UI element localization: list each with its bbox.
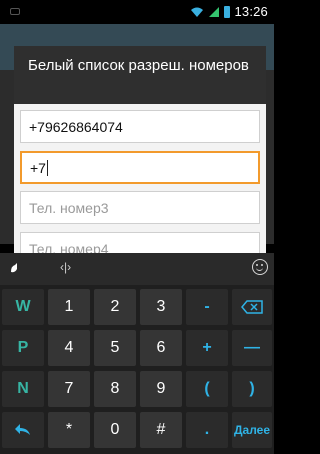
key-n[interactable]: N — [2, 371, 44, 407]
status-time: 13:26 — [234, 4, 268, 19]
key-minus[interactable]: - — [186, 289, 228, 325]
key-dash[interactable]: — — [232, 330, 272, 366]
phone-field-3-placeholder: Тел. номер3 — [29, 199, 109, 216]
key-p[interactable]: P — [2, 330, 44, 366]
smiley-icon[interactable] — [252, 259, 268, 275]
back-arrow-icon — [15, 424, 30, 435]
keyboard-toolbar: ‹|› — [0, 253, 274, 285]
notification-icon — [10, 8, 20, 15]
phone-field-3[interactable]: Тел. номер3 — [20, 191, 260, 224]
backspace-key[interactable] — [232, 289, 272, 325]
key-star[interactable]: * — [48, 412, 90, 448]
wifi-icon — [191, 7, 204, 17]
phone-field-2-value: +7 — [30, 159, 46, 176]
phone-field-2[interactable]: +7 — [20, 151, 260, 184]
key-plus[interactable]: + — [186, 330, 228, 366]
backspace-icon — [241, 300, 263, 314]
mic-icon[interactable] — [8, 261, 24, 277]
key-w[interactable]: W — [2, 289, 44, 325]
key-5[interactable]: 5 — [94, 330, 136, 366]
phone-field-1-value: +79626864074 — [29, 118, 123, 135]
key-open-paren[interactable]: ( — [186, 371, 228, 407]
key-0[interactable]: 0 — [94, 412, 136, 448]
dialog-title: Белый список разреш. номеров — [28, 57, 249, 74]
next-key[interactable]: Далее — [232, 412, 272, 448]
key-7[interactable]: 7 — [48, 371, 90, 407]
status-icons: 13:26 — [190, 4, 268, 19]
dialog-header: Белый список разреш. номеров — [14, 46, 266, 104]
whitelist-dialog: Белый список разреш. номеров +7962686407… — [14, 46, 266, 258]
key-dot[interactable]: . — [186, 412, 228, 448]
numeric-keyboard: ‹|› W 1 2 3 - P 4 5 6 + — N 7 8 9 ( ) * … — [0, 253, 274, 454]
battery-icon — [224, 5, 231, 18]
text-cursor-icon[interactable]: ‹|› — [60, 260, 71, 274]
key-hash[interactable]: # — [140, 412, 182, 448]
key-close-paren[interactable]: ) — [232, 371, 272, 407]
key-9[interactable]: 9 — [140, 371, 182, 407]
status-bar: 13:26 — [0, 0, 274, 24]
signal-icon — [209, 6, 220, 17]
key-8[interactable]: 8 — [94, 371, 136, 407]
phone-field-1[interactable]: +79626864074 — [20, 110, 260, 143]
key-3[interactable]: 3 — [140, 289, 182, 325]
key-6[interactable]: 6 — [140, 330, 182, 366]
back-key[interactable] — [2, 412, 44, 448]
text-cursor — [46, 159, 48, 176]
key-2[interactable]: 2 — [94, 289, 136, 325]
key-4[interactable]: 4 — [48, 330, 90, 366]
key-1[interactable]: 1 — [48, 289, 90, 325]
